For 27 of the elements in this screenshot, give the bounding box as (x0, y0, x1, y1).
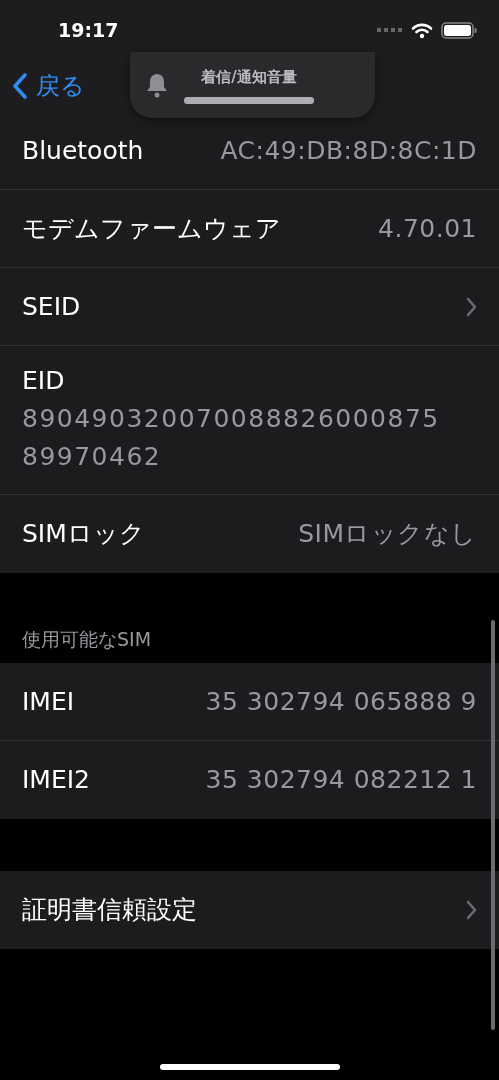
volume-label: 着信/通知音量 (201, 67, 297, 89)
row-label: SIMロック (22, 517, 145, 550)
battery-icon (441, 21, 477, 39)
wifi-icon (411, 21, 433, 39)
section-header: 使用可能なSIM (21, 626, 153, 652)
row-value: 890490320070088826000875 (22, 402, 441, 435)
row-value: AC:49:DB:8D:8C:1D (220, 134, 477, 167)
status-time: 19:17 (58, 17, 119, 43)
chevron-icon (466, 296, 477, 317)
row-label: IMEI (22, 685, 75, 718)
chevron-icon (466, 900, 477, 920)
row-value: 35 302794 065888 9 (205, 685, 477, 718)
row-label: IMEI2 (22, 764, 91, 797)
row-value: 89970462 (22, 440, 163, 473)
row-label: Bluetooth (22, 134, 144, 167)
bell-icon (146, 72, 168, 98)
row-label: EID (22, 365, 66, 397)
signal-dots-icon (377, 28, 403, 32)
row-value: SIMロックなし (298, 517, 477, 550)
settings-row[interactable]: SEID (0, 268, 499, 346)
home-indicator[interactable] (160, 1064, 340, 1070)
back-chevron-icon (12, 72, 28, 100)
row-value: 4.70.01 (378, 212, 477, 245)
settings-row[interactable]: 証明書信頼設定 (0, 871, 499, 949)
row-label: モデムファームウェア (22, 212, 281, 245)
back-button[interactable]: 戻る (12, 68, 85, 104)
row-value: 35 302794 082212 1 (205, 764, 477, 797)
